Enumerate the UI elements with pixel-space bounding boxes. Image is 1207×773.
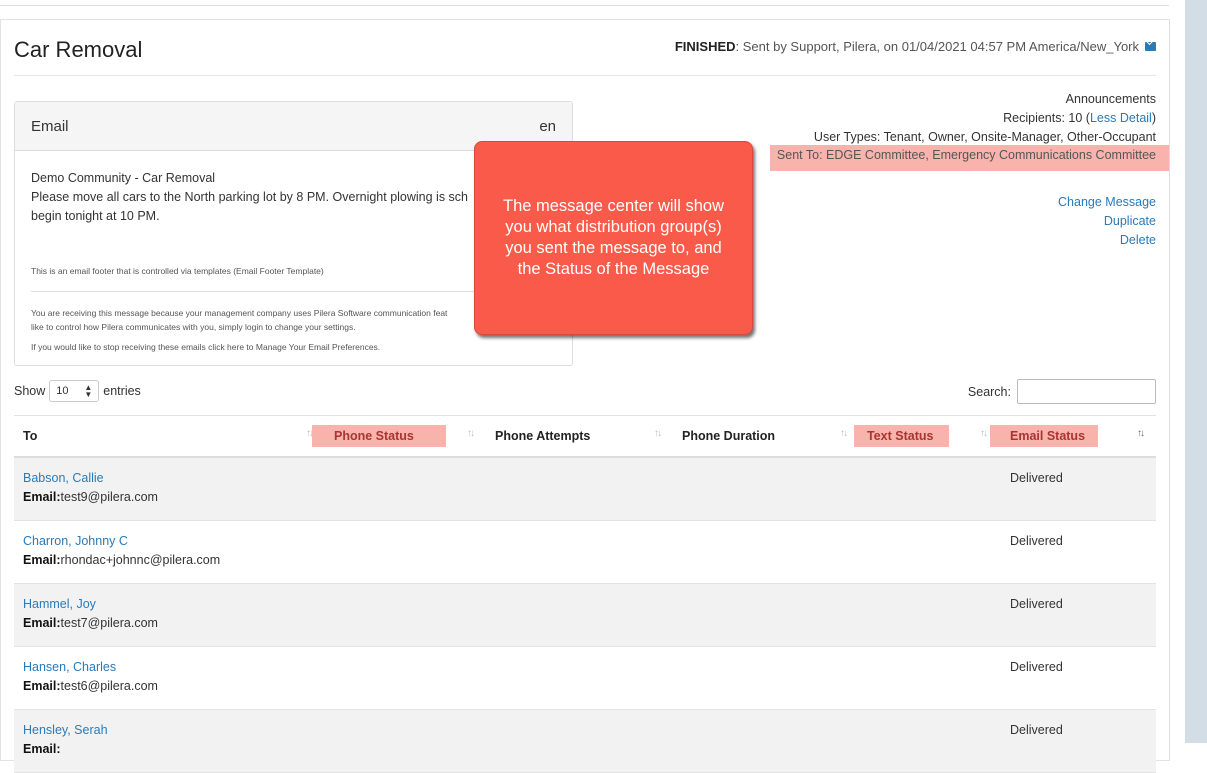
email-status: Delivered xyxy=(1010,660,1063,674)
search-label: Search: xyxy=(967,384,1011,399)
table-header: To ↑↓ Phone Status ↑↓ Phone Attempts ↑↓ … xyxy=(14,415,1156,458)
right-gutter xyxy=(1169,0,1185,743)
recipient-email: Email:test9@pilera.com xyxy=(23,490,158,504)
table-row: Charron, Johnny C Email:rhondac+johnnc@p… xyxy=(14,521,1156,584)
email-prefix: Email: xyxy=(23,490,61,504)
sort-icon: ↑↓ xyxy=(467,428,475,439)
column-header-phone-duration[interactable]: Phone Duration xyxy=(682,416,775,456)
page-length-control: Show 10 ▲ ▼ entries xyxy=(14,380,141,402)
table-row: Babson, Callie Email:test9@pilera.com De… xyxy=(14,458,1156,521)
tutorial-callout: The message center will show you what di… xyxy=(474,141,753,335)
email-value: test7@pilera.com xyxy=(60,616,158,630)
email-status: Delivered xyxy=(1010,471,1063,485)
page-title: Car Removal xyxy=(14,37,143,62)
email-prefix: Email: xyxy=(23,553,61,567)
recipients-prefix: Recipients: 10 ( xyxy=(1003,111,1090,125)
duplicate-link[interactable]: Duplicate xyxy=(1104,214,1156,228)
column-header-phone-attempts[interactable]: Phone Attempts xyxy=(495,416,590,456)
email-prefix: Email: xyxy=(23,742,61,756)
column-label: Email Status xyxy=(990,425,1098,447)
column-label: Phone Status xyxy=(312,425,446,447)
search-input[interactable] xyxy=(1017,379,1156,404)
recipient-email: Email:test7@pilera.com xyxy=(23,616,158,630)
email-status: Delivered xyxy=(1010,597,1063,611)
message-category: Announcements xyxy=(1065,92,1156,106)
recipient-email: Email:rhondac+johnnc@pilera.com xyxy=(23,553,220,567)
previous-card-edge xyxy=(0,0,1170,6)
column-header-phone-status[interactable]: Phone Status xyxy=(312,416,446,456)
table-row: Hensley, Serah Email: Delivered xyxy=(14,710,1156,773)
column-header-text-status[interactable]: Text Status xyxy=(854,416,949,456)
email-language: en xyxy=(539,117,556,135)
table-row: Hansen, Charles Email:test6@pilera.com D… xyxy=(14,647,1156,710)
recipients-table: To ↑↓ Phone Status ↑↓ Phone Attempts ↑↓ … xyxy=(14,415,1156,773)
recipients-suffix: ) xyxy=(1151,111,1156,125)
email-value: test9@pilera.com xyxy=(60,490,158,504)
email-prefix: Email: xyxy=(23,679,61,693)
message-actions: Change Message Duplicate Delete xyxy=(1058,193,1156,250)
email-footer-line: If you would like to stop receiving thes… xyxy=(31,342,381,352)
recipient-name-link[interactable]: Hansen, Charles xyxy=(23,660,116,674)
sent-to-groups: Sent To: EDGE Committee, Emergency Commu… xyxy=(776,148,1156,162)
recipient-name-link[interactable]: Hammel, Joy xyxy=(23,597,96,611)
sort-icon: ↑↓ xyxy=(654,428,662,439)
email-value: test6@pilera.com xyxy=(60,679,158,693)
table-search: Search: xyxy=(968,379,1156,404)
less-detail-link[interactable]: Less Detail xyxy=(1090,111,1152,125)
message-meta: Announcements Recipients: 10 (Less Detai… xyxy=(814,90,1156,147)
email-status: Delivered xyxy=(1010,534,1063,548)
email-panel-title: Email xyxy=(31,117,69,135)
recipient-email: Email: xyxy=(23,742,61,756)
change-message-link[interactable]: Change Message xyxy=(1058,195,1156,209)
column-header-email-status[interactable]: Email Status xyxy=(990,416,1098,456)
entries-value: 10 xyxy=(56,385,69,397)
status-detail: : Sent by Support, Pilera, on 01/04/2021… xyxy=(735,39,1139,54)
column-label: Phone Duration xyxy=(682,429,776,443)
column-label: Text Status xyxy=(854,425,949,447)
sort-icon: ↑↓ xyxy=(840,428,848,439)
table-row: Hammel, Joy Email:test7@pilera.com Deliv… xyxy=(14,584,1156,647)
page-scrollbar[interactable] xyxy=(1185,0,1207,743)
recipient-email: Email:test6@pilera.com xyxy=(23,679,158,693)
recipient-name-link[interactable]: Charron, Johnny C xyxy=(23,534,128,548)
column-label: Phone Attempts xyxy=(495,429,591,443)
recipient-name-link[interactable]: Babson, Callie xyxy=(23,471,104,485)
envelope-icon[interactable] xyxy=(1145,42,1156,51)
recipients-count: Recipients: 10 (Less Detail) xyxy=(814,109,1156,128)
sort-desc-icon: ↑↓ xyxy=(1137,428,1145,439)
recipient-name-link[interactable]: Hensley, Serah xyxy=(23,723,108,737)
title-divider xyxy=(14,75,1156,76)
message-status: FINISHED : Sent by Support, Pilera, on 0… xyxy=(675,39,1156,54)
column-header-to[interactable]: To xyxy=(23,416,37,456)
email-status: Delivered xyxy=(1010,723,1063,737)
email-value: rhondac+johnnc@pilera.com xyxy=(60,553,221,567)
select-arrows-icon: ▲ ▼ xyxy=(84,383,93,399)
email-prefix: Email: xyxy=(23,616,61,630)
entries-label: entries xyxy=(103,384,141,398)
delete-link[interactable]: Delete xyxy=(1120,233,1156,247)
sort-icon: ↑↓ xyxy=(980,428,988,439)
column-label: To xyxy=(23,429,38,443)
entries-select[interactable]: 10 ▲ ▼ xyxy=(49,380,100,402)
status-label: FINISHED xyxy=(674,39,736,54)
show-label: Show xyxy=(14,384,46,398)
